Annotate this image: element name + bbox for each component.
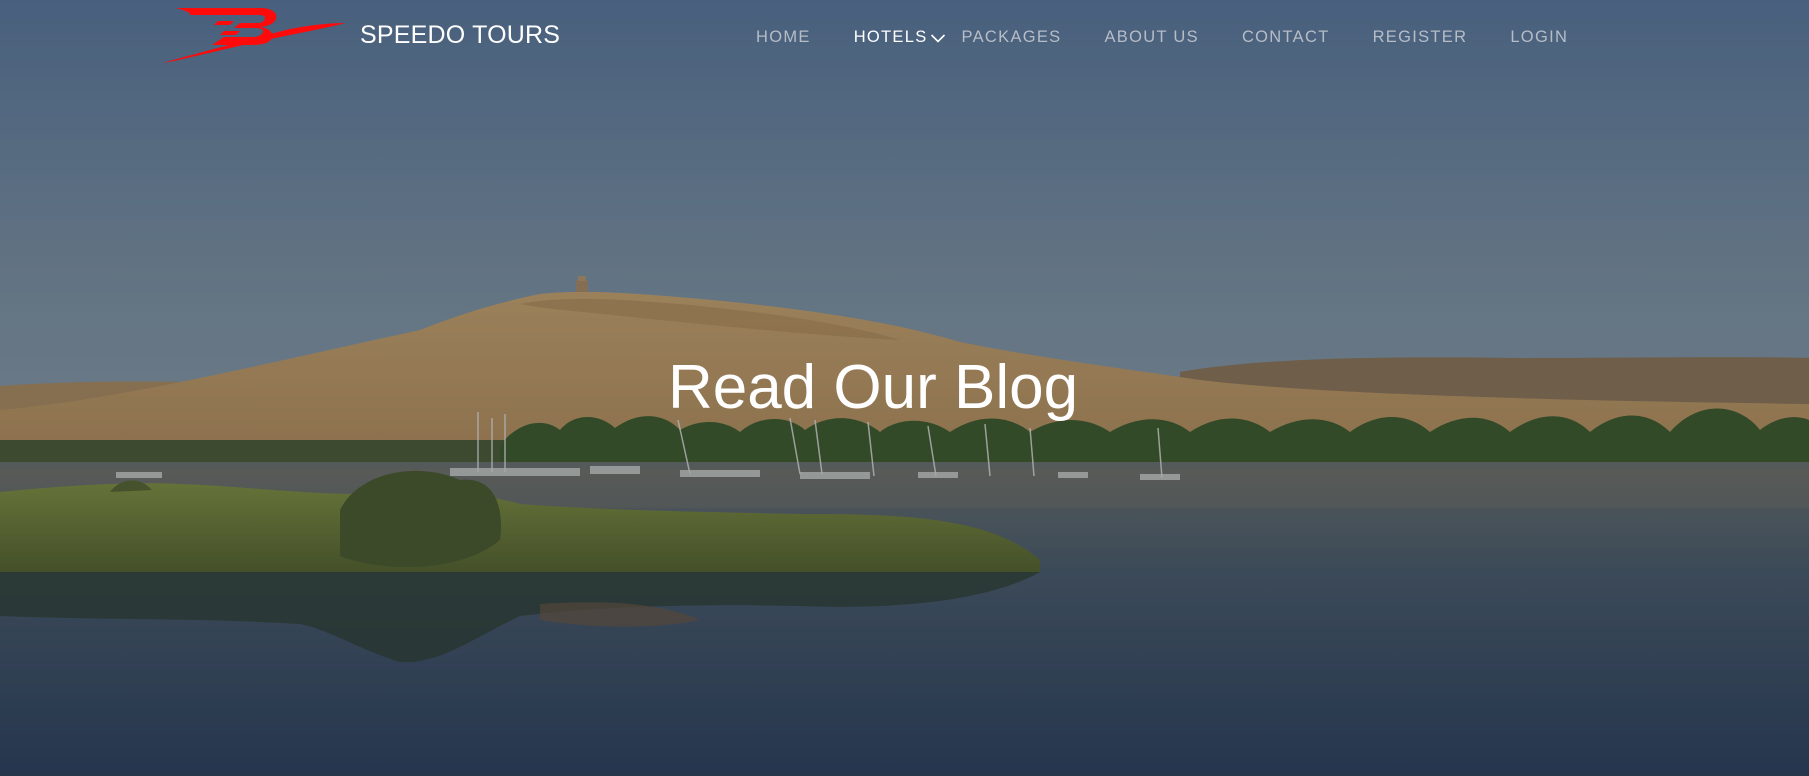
brand-name: SPEEDO TOURS <box>360 21 561 49</box>
nav-item-label: PACKAGES <box>961 28 1062 46</box>
nav-item-label: HOME <box>756 28 811 46</box>
nav-item-packages[interactable]: PACKAGES <box>962 28 1062 47</box>
hero-title: Read Our Blog <box>667 353 1079 422</box>
nav-item-label: ABOUT US <box>1104 28 1199 46</box>
speedo-logo-icon <box>162 8 346 63</box>
top-navbar: SPEEDO TOURS HOME HOTELS PACKAGES ABOUT … <box>0 0 1809 80</box>
nav-item-register[interactable]: REGISTER <box>1373 28 1468 47</box>
nav-item-label: REGISTER <box>1372 28 1468 46</box>
main-nav-menu: HOME HOTELS PACKAGES ABOUT US CONTACT RE… <box>756 28 1568 47</box>
brand-link[interactable]: SPEEDO TOURS <box>160 5 560 65</box>
nav-item-contact[interactable]: CONTACT <box>1242 28 1330 47</box>
chevron-down-icon <box>930 33 945 43</box>
nav-item-label: HOTELS <box>853 28 928 46</box>
nav-item-about-us[interactable]: ABOUT US <box>1105 28 1199 47</box>
nav-item-label: CONTACT <box>1241 28 1330 46</box>
hero-section: SPEEDO TOURS HOME HOTELS PACKAGES ABOUT … <box>0 0 1809 776</box>
nav-item-login[interactable]: LOGIN <box>1510 28 1568 47</box>
nav-item-hotels[interactable]: HOTELS <box>854 28 946 47</box>
nav-item-home[interactable]: HOME <box>756 28 811 47</box>
nav-item-label: LOGIN <box>1510 28 1569 46</box>
